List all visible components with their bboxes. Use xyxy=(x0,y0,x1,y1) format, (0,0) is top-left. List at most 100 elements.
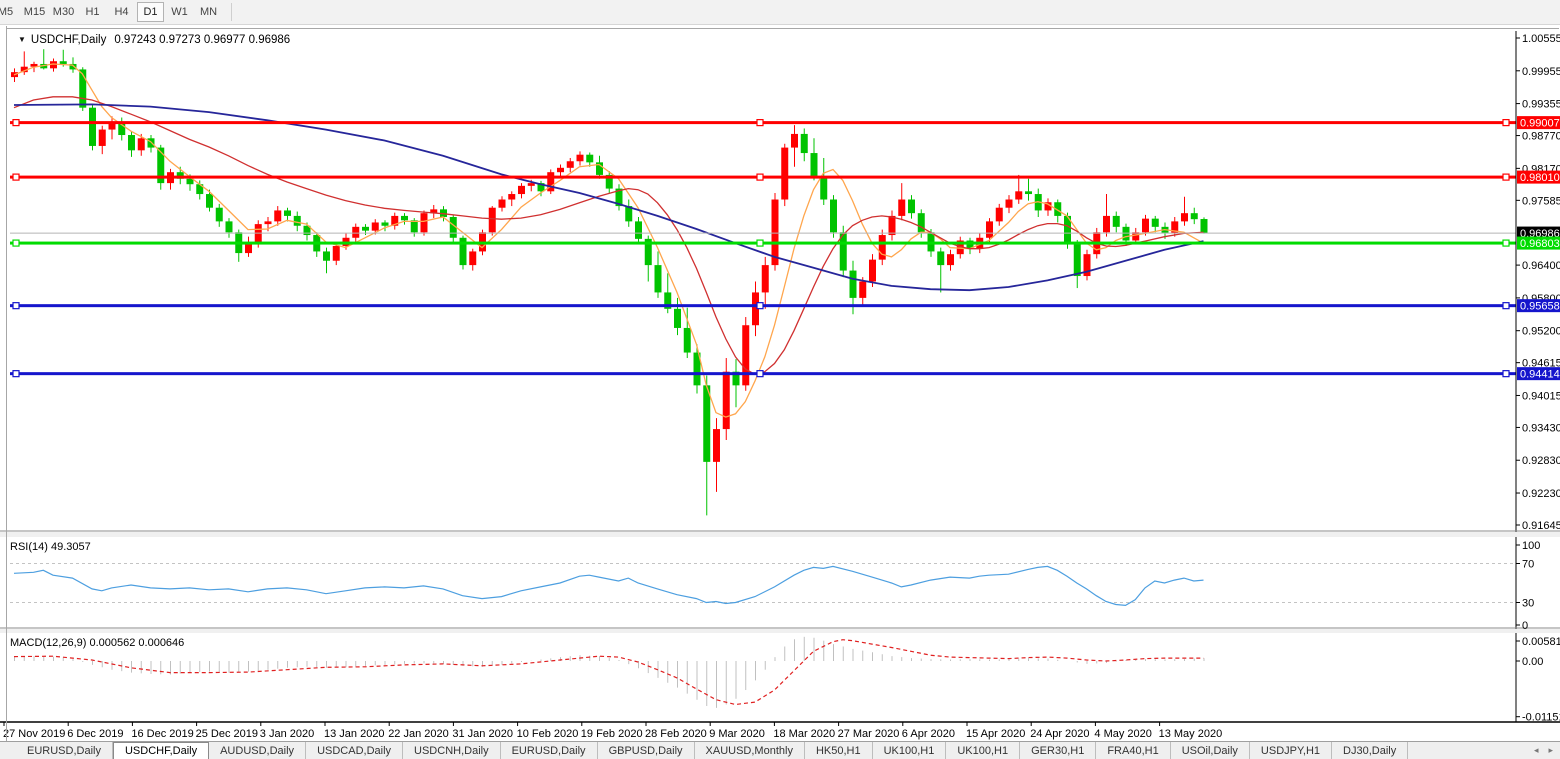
candle-body xyxy=(586,155,593,163)
candle-body xyxy=(382,222,389,225)
axis-price-flag-0.94414: 0.94414 xyxy=(1517,367,1560,381)
date-axis-label: 15 Apr 2020 xyxy=(966,728,1025,740)
rsi-axis-label: 0 xyxy=(1522,620,1528,632)
macd-axis-label: 0.00 xyxy=(1522,656,1543,668)
rsi-axis-label: 30 xyxy=(1522,598,1534,610)
timeframe-button-m15[interactable]: M15 xyxy=(21,2,48,22)
timeframe-toolbar: M5M15M30H1H4D1W1MN xyxy=(0,0,1560,25)
hline-handle[interactable] xyxy=(757,120,763,126)
hline-handle[interactable] xyxy=(13,240,19,246)
tab-scroll-left-icon[interactable]: ◂ xyxy=(1531,744,1542,757)
symbol-tab-ger30-11[interactable]: GER30,H1 xyxy=(1020,742,1096,759)
price-axis-label: 0.97585 xyxy=(1522,195,1560,207)
price-chart-canvas[interactable]: 1.005550.999550.993550.987700.981700.975… xyxy=(0,26,1560,741)
date-axis-label: 16 Dec 2019 xyxy=(131,728,193,740)
candle-body xyxy=(869,260,876,282)
candle-body xyxy=(60,61,67,64)
window-frame-top xyxy=(6,28,1559,29)
candle-body xyxy=(323,251,330,260)
timeframe-button-m30[interactable]: M30 xyxy=(50,2,77,22)
date-axis-label: 24 Apr 2020 xyxy=(1030,728,1089,740)
tab-scroll-right-icon[interactable]: ▸ xyxy=(1545,744,1556,757)
candle-body xyxy=(791,134,798,148)
hline-handle[interactable] xyxy=(13,174,19,180)
axis-price-flag-0.95658: 0.95658 xyxy=(1517,299,1560,313)
date-axis-label: 13 Jan 2020 xyxy=(324,728,385,740)
date-axis-label: 27 Mar 2020 xyxy=(838,728,900,740)
candle-body xyxy=(274,210,281,221)
timeframe-button-m5[interactable]: M5 xyxy=(0,2,19,22)
candle-body xyxy=(489,208,496,233)
timeframe-button-h4[interactable]: H4 xyxy=(108,2,135,22)
symbol-tab-xauusd-7[interactable]: XAUUSD,Monthly xyxy=(695,742,805,759)
timeframe-button-w1[interactable]: W1 xyxy=(166,2,193,22)
candle-body xyxy=(499,200,506,208)
timeframe-button-d1[interactable]: D1 xyxy=(137,2,164,22)
symbol-tab-uk100-10[interactable]: UK100,H1 xyxy=(946,742,1020,759)
hline-handle[interactable] xyxy=(1503,174,1509,180)
date-axis-label: 27 Nov 2019 xyxy=(3,728,65,740)
price-axis-label: 0.92230 xyxy=(1522,488,1560,500)
panel-separator-rsi[interactable] xyxy=(0,532,1560,537)
candle-body xyxy=(206,194,213,208)
toolbar-separator xyxy=(231,3,232,21)
axis-price-flag-0.99007: 0.99007 xyxy=(1517,116,1560,130)
hline-handle[interactable] xyxy=(13,120,19,126)
hline-handle[interactable] xyxy=(1503,120,1509,126)
candle-body xyxy=(723,372,730,429)
symbol-tab-fra40-12[interactable]: FRA40,H1 xyxy=(1096,742,1170,759)
date-axis-label: 25 Dec 2019 xyxy=(196,728,258,740)
hline-handle[interactable] xyxy=(757,174,763,180)
hline-handle[interactable] xyxy=(13,303,19,309)
hline-handle[interactable] xyxy=(1503,371,1509,377)
symbol-tab-usoil-13[interactable]: USOil,Daily xyxy=(1171,742,1250,759)
symbol-tab-dj30-15[interactable]: DJ30,Daily xyxy=(1332,742,1408,759)
timeframe-button-mn[interactable]: MN xyxy=(195,2,222,22)
candle-body xyxy=(879,235,886,260)
symbol-tab-eurusd-5[interactable]: EURUSD,Daily xyxy=(501,742,598,759)
symbol-tab-usdcad-3[interactable]: USDCAD,Daily xyxy=(306,742,403,759)
symbol-tab-bar: EURUSD,DailyUSDCHF,DailyAUDUSD,DailyUSDC… xyxy=(0,741,1560,759)
hline-handle[interactable] xyxy=(1503,240,1509,246)
panel-separator-macd[interactable] xyxy=(0,629,1560,633)
hline-handle[interactable] xyxy=(757,303,763,309)
symbol-tab-hk50-8[interactable]: HK50,H1 xyxy=(805,742,873,759)
symbol-tab-usdcnh-4[interactable]: USDCNH,Daily xyxy=(403,742,501,759)
candle-body xyxy=(352,227,359,238)
candle-body xyxy=(372,222,379,230)
chevron-down-icon[interactable]: ▼ xyxy=(18,35,26,44)
candle-body xyxy=(1201,219,1208,233)
candle-body xyxy=(226,221,233,232)
chart-background[interactable] xyxy=(0,26,1560,741)
candle-body xyxy=(1113,216,1120,227)
timeframe-button-h1[interactable]: H1 xyxy=(79,2,106,22)
hline-handle[interactable] xyxy=(1503,303,1509,309)
symbol-tab-usdchf-1[interactable]: USDCHF,Daily xyxy=(113,742,209,759)
hline-handle[interactable] xyxy=(757,371,763,377)
candle-body xyxy=(245,243,252,253)
symbol-tab-gbpusd-6[interactable]: GBPUSD,Daily xyxy=(598,742,695,759)
axis-flag-text: 0.94414 xyxy=(1520,369,1560,381)
price-axis-label: 0.98770 xyxy=(1522,131,1560,143)
candle-body xyxy=(255,224,262,243)
price-axis-label: 1.00555 xyxy=(1522,33,1560,45)
symbol-tab-uk100-9[interactable]: UK100,H1 xyxy=(873,742,947,759)
hline-handle[interactable] xyxy=(13,371,19,377)
symbol-tab-eurusd-0[interactable]: EURUSD,Daily xyxy=(16,742,113,759)
candle-body xyxy=(508,194,515,199)
symbol-tab-audusd-2[interactable]: AUDUSD,Daily xyxy=(209,742,306,759)
chart-window[interactable]: 1.005550.999550.993550.987700.981700.975… xyxy=(0,26,1560,741)
candle-body xyxy=(635,221,642,238)
candle-body xyxy=(1006,200,1013,208)
candle-body xyxy=(850,271,857,298)
candle-body xyxy=(401,216,408,220)
candle-body xyxy=(811,153,818,178)
hline-handle[interactable] xyxy=(757,240,763,246)
candle-body xyxy=(421,213,428,232)
axis-price-flag-0.98010: 0.98010 xyxy=(1517,171,1560,185)
symbol-tab-usdjpy-14[interactable]: USDJPY,H1 xyxy=(1250,742,1332,759)
candle-body xyxy=(908,200,915,214)
price-axis-label: 0.94015 xyxy=(1522,390,1560,402)
date-axis-label: 10 Feb 2020 xyxy=(517,728,579,740)
axis-flag-text: 0.99007 xyxy=(1520,118,1560,130)
